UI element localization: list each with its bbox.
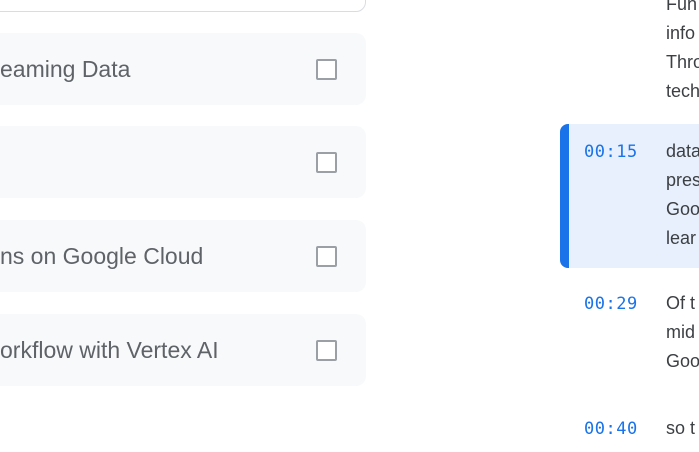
transcript-segment[interactable]: 00:40 so t <box>560 412 699 452</box>
transcript-panel: Fun info Thro tech 00:15 data pres Goo l… <box>560 0 699 439</box>
outline-item-4[interactable]: orkflow with Vertex AI <box>0 314 366 386</box>
transcript-segment-active[interactable]: 00:15 data pres Goo lear <box>560 124 699 268</box>
outline-item-1[interactable]: eaming Data <box>0 33 366 105</box>
course-outline-panel: eaming Data ns on Google Cloud orkflow w… <box>0 0 372 431</box>
timestamp[interactable]: 00:40 <box>584 419 638 439</box>
outline-item-label: orkflow with Vertex AI <box>0 336 219 363</box>
transcript-text: so t <box>666 418 696 438</box>
transcript-text: data pres Goo lear <box>666 141 699 248</box>
completion-checkbox[interactable] <box>316 340 337 361</box>
transcript-text: Fun info Thro tech <box>666 0 699 101</box>
outline-item-label: ns on Google Cloud <box>0 242 204 269</box>
transcript-segment[interactable]: Fun info Thro tech <box>560 0 699 110</box>
outline-item-2[interactable] <box>0 126 366 198</box>
transcript-segment[interactable]: 00:29 Of t mid Goo <box>560 285 699 385</box>
timestamp[interactable]: 00:29 <box>584 294 638 314</box>
completion-checkbox[interactable] <box>316 246 337 267</box>
outline-item-label: eaming Data <box>0 55 131 82</box>
timestamp[interactable]: 00:15 <box>584 142 638 162</box>
transcript-text: Of t mid Goo <box>666 293 699 371</box>
previous-item-card[interactable] <box>0 0 366 12</box>
completion-checkbox[interactable] <box>316 152 337 173</box>
completion-checkbox[interactable] <box>316 59 337 80</box>
outline-item-3[interactable]: ns on Google Cloud <box>0 220 366 292</box>
